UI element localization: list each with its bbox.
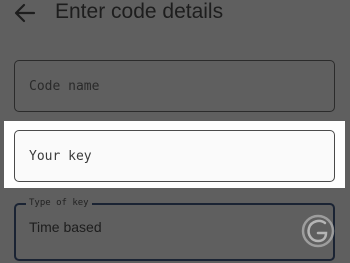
your-key-field xyxy=(14,130,335,182)
type-of-key-select[interactable]: Type of key Time based xyxy=(14,197,335,261)
code-name-field xyxy=(14,60,335,112)
app-bar: Enter code details xyxy=(0,0,350,30)
code-name-input[interactable] xyxy=(15,61,334,111)
page-title: Enter code details xyxy=(55,0,224,23)
your-key-input[interactable] xyxy=(15,131,334,181)
back-button[interactable] xyxy=(12,2,38,24)
type-of-key-value: Time based xyxy=(29,219,102,235)
type-of-key-label: Type of key xyxy=(26,197,92,209)
logo-watermark-icon xyxy=(300,213,336,249)
arrow-back-icon xyxy=(14,3,36,23)
